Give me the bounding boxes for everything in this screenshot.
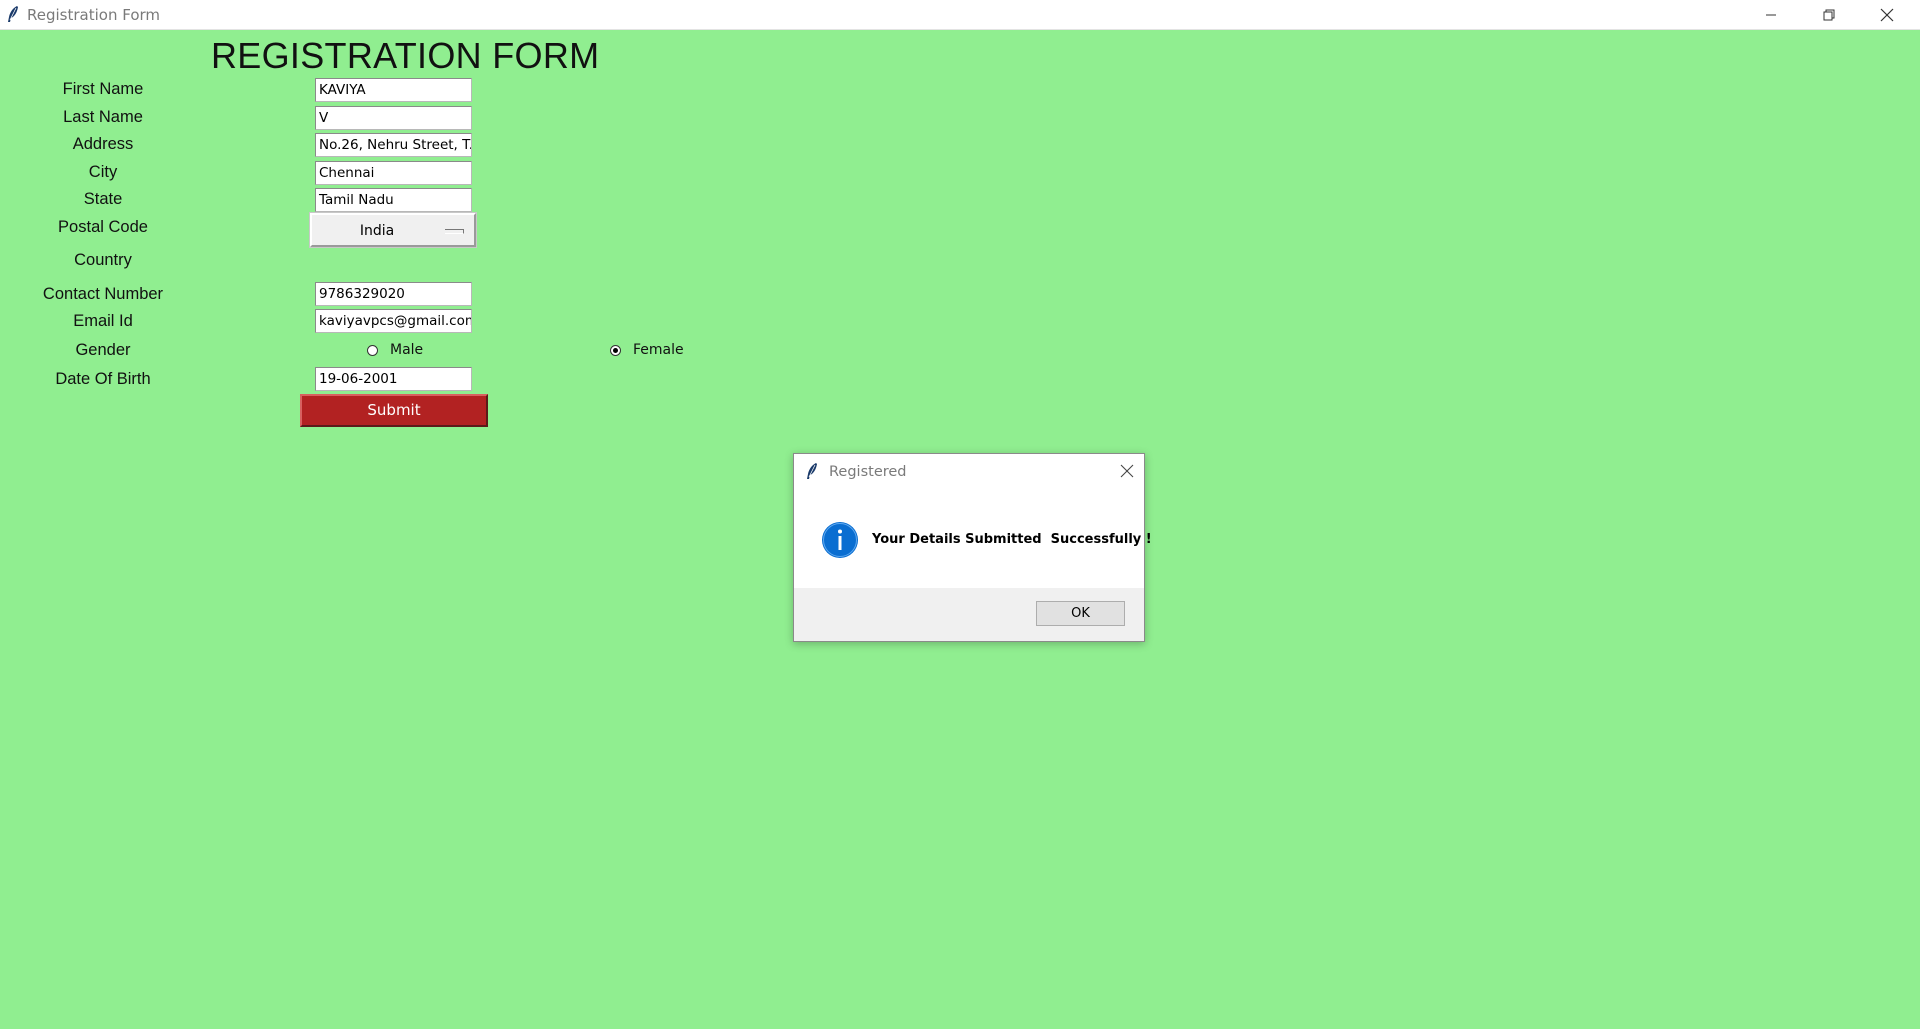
gender-male-label: Male [390, 342, 424, 358]
state-field[interactable]: Tamil Nadu [315, 188, 472, 212]
address-field[interactable]: No.26, Nehru Street, T.I [315, 133, 472, 157]
form-window-body: REGISTRATION FORM First Name KAVIYA Last… [0, 30, 1920, 1029]
country-label: Country [74, 251, 132, 269]
restore-button[interactable] [1800, 0, 1858, 29]
email-label: Email Id [73, 312, 133, 330]
country-select[interactable]: India [309, 212, 477, 248]
close-icon [1880, 8, 1894, 21]
dialog-title: Registered [829, 464, 907, 480]
first-name-field[interactable]: KAVIYA [315, 78, 472, 102]
last-name-field[interactable]: V [315, 106, 472, 130]
state-label: State [83, 190, 123, 208]
gender-label: Gender [75, 341, 131, 359]
info-icon [822, 522, 858, 558]
minimize-button[interactable] [1742, 0, 1800, 29]
gender-female-label: Female [633, 342, 684, 358]
submit-button[interactable]: Submit [300, 394, 488, 427]
contact-number-field[interactable]: 9786329020 [315, 282, 472, 306]
dialog-close-icon[interactable] [1120, 464, 1134, 478]
radio-circle [367, 344, 378, 356]
gender-female-radio[interactable]: Female [610, 342, 684, 358]
registered-dialog: Registered Your Details Submitted Succes… [793, 453, 1152, 642]
close-button[interactable] [1858, 0, 1916, 29]
email-field[interactable]: kaviyavpcs@gmail.com [315, 309, 472, 333]
window-title: Registration Form [27, 6, 161, 24]
gender-male-radio[interactable]: Male [367, 342, 423, 358]
postal-code-label: Postal Code [58, 218, 148, 236]
minimize-icon [1766, 14, 1776, 15]
dob-field[interactable]: 19-06-2001 [315, 367, 472, 391]
chevron-indicator-icon [445, 229, 464, 234]
city-field[interactable]: Chennai [315, 161, 472, 185]
address-label: Address [72, 135, 134, 153]
last-name-label: Last Name [63, 108, 143, 126]
first-name-label: First Name [62, 80, 144, 98]
country-selected-value: India [359, 223, 395, 239]
radio-circle-checked [610, 344, 621, 356]
city-label: City [88, 163, 118, 181]
feather-icon [807, 463, 817, 479]
ok-button[interactable]: OK [1036, 601, 1125, 626]
dialog-message: Your Details Submitted Successfully ! [872, 532, 1152, 547]
window-title-bar: Registration Form [0, 0, 1920, 30]
feather-icon [8, 6, 18, 22]
dob-label: Date Of Birth [55, 370, 151, 388]
form-heading: REGISTRATION FORM [211, 35, 600, 76]
dialog-footer: OK [794, 588, 1144, 641]
restore-icon [1823, 9, 1835, 20]
contact-number-label: Contact Number [42, 285, 164, 303]
